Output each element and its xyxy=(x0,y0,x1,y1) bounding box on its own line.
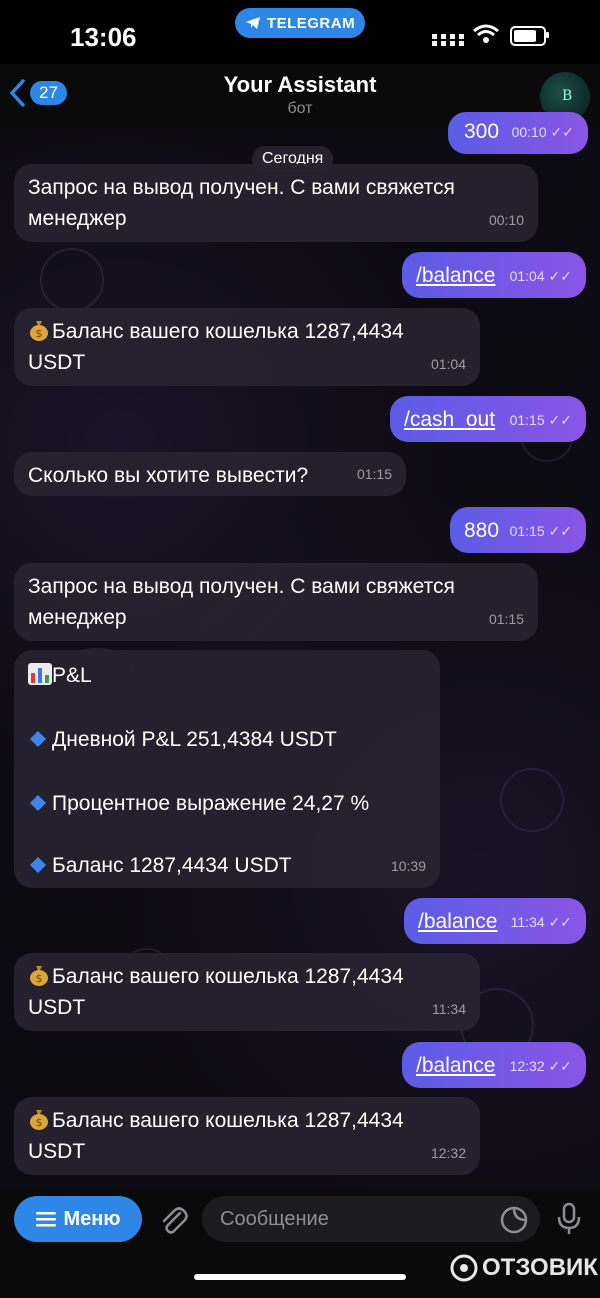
message-text-line: USDT xyxy=(28,1140,86,1163)
message-incoming[interactable]: Сколько вы хотите вывести? 01:15 xyxy=(14,452,406,496)
watermark: ОТЗОВИК xyxy=(450,1254,598,1282)
message-text-line: менеджер xyxy=(28,606,127,629)
message-time: 01:15 xyxy=(488,611,524,627)
message-time: 01:04 ✓✓ xyxy=(509,268,572,284)
watermark-text: ОТЗОВИК xyxy=(482,1254,598,1281)
message-text-line: USDT xyxy=(28,351,86,374)
message-incoming[interactable]: $ Баланс вашего кошелька 1287,4434 USDT 1… xyxy=(14,953,480,1031)
message-text-line: $ Баланс вашего кошелька 1287,4434 xyxy=(28,961,466,992)
message-incoming[interactable]: Запрос на вывод получен. С вами свяжется… xyxy=(14,164,538,242)
message-time: 01:15 ✓✓ xyxy=(509,412,572,428)
battery-icon xyxy=(510,26,549,46)
attach-icon[interactable] xyxy=(158,1204,188,1236)
input-bar: Меню Сообщение ОТЗОВИК xyxy=(0,1190,600,1298)
blue-diamond-icon xyxy=(28,727,50,749)
message-input[interactable]: Сообщение xyxy=(202,1196,540,1242)
blue-diamond-icon xyxy=(28,853,50,875)
message-text-line: Запрос на вывод получен. С вами свяжется xyxy=(28,575,455,598)
command-link[interactable]: /balance xyxy=(416,1054,495,1077)
message-time: 01:15 ✓✓ xyxy=(509,523,572,539)
money-bag-icon: $ xyxy=(28,964,50,986)
paper-plane-icon xyxy=(245,17,260,29)
pnl-line: Дневной P&L 251,4384 USDT xyxy=(28,724,426,755)
microphone-icon[interactable] xyxy=(556,1202,582,1236)
message-incoming[interactable]: $ Баланс вашего кошелька 1287,4434 USDT 0… xyxy=(14,308,480,386)
svg-text:$: $ xyxy=(36,1116,43,1129)
svg-text:$: $ xyxy=(36,327,43,340)
clock: 13:06 xyxy=(70,22,137,52)
message-time: 12:32 xyxy=(430,1145,466,1161)
message-time: 12:32 ✓✓ xyxy=(509,1058,572,1074)
message-outgoing[interactable]: 880 01:15 ✓✓ xyxy=(450,507,586,553)
pnl-heading: P&L xyxy=(28,660,426,691)
chat-title[interactable]: Your Assistant xyxy=(0,72,600,98)
message-text: 880 xyxy=(464,519,500,542)
message-incoming[interactable]: Запрос на вывод получен. С вами свяжется… xyxy=(14,563,538,641)
sticker-icon[interactable] xyxy=(500,1206,528,1234)
message-outgoing[interactable]: /cash_out 01:15 ✓✓ xyxy=(390,396,586,442)
menu-button[interactable]: Меню xyxy=(14,1196,142,1242)
menu-button-label: Меню xyxy=(63,1207,121,1230)
message-time: 10:39 xyxy=(390,858,426,874)
avatar-letter: B xyxy=(562,88,573,104)
message-time: 00:10 xyxy=(488,212,524,228)
money-bag-icon: $ xyxy=(28,1108,50,1130)
message-text-line: $ Баланс вашего кошелька 1287,4434 xyxy=(28,316,466,347)
bar-chart-icon xyxy=(28,663,52,685)
message-incoming-pnl[interactable]: P&L Дневной P&L 251,4384 USDT Процентное… xyxy=(14,650,440,888)
telegram-pill[interactable]: TELEGRAM xyxy=(235,8,365,38)
telegram-pill-label: TELEGRAM xyxy=(266,14,356,32)
wifi-icon xyxy=(473,24,499,43)
signal-icon xyxy=(432,34,464,46)
hamburger-icon xyxy=(35,1212,56,1227)
message-text-line: Запрос на вывод получен. С вами свяжется xyxy=(28,176,455,199)
message-time: 11:34 xyxy=(432,1001,466,1017)
message-incoming[interactable]: $ Баланс вашего кошелька 1287,4434 USDT 1… xyxy=(14,1097,480,1175)
command-link[interactable]: /cash_out xyxy=(404,408,495,431)
svg-text:$: $ xyxy=(36,972,43,985)
message-time: 11:34 ✓✓ xyxy=(510,914,572,930)
message-time: 00:10 ✓✓ xyxy=(511,124,574,140)
message-time: 01:04 xyxy=(430,356,466,372)
pnl-line: Баланс 1287,4434 USDT xyxy=(28,850,426,881)
message-text: Сколько вы хотите вывести? xyxy=(28,464,309,487)
message-outgoing[interactable]: /balance 01:04 ✓✓ xyxy=(402,252,586,298)
home-indicator[interactable] xyxy=(194,1274,406,1280)
message-time: 01:15 xyxy=(356,466,392,482)
wallpaper-doodle xyxy=(500,768,564,832)
command-link[interactable]: /balance xyxy=(416,264,495,287)
message-text-line: USDT xyxy=(28,996,86,1019)
otzovik-logo-icon xyxy=(450,1254,478,1282)
message-text-line: менеджер xyxy=(28,207,127,230)
wallpaper-doodle xyxy=(40,248,104,312)
message-outgoing[interactable]: 300 00:10 ✓✓ xyxy=(448,112,588,154)
message-outgoing[interactable]: /balance 12:32 ✓✓ xyxy=(402,1042,586,1088)
message-input-placeholder: Сообщение xyxy=(220,1208,329,1230)
blue-diamond-icon xyxy=(28,791,50,813)
message-text: 300 xyxy=(464,120,500,143)
pnl-line: Процентное выражение 24,27 % xyxy=(28,788,426,819)
message-text-line: $ Баланс вашего кошелька 1287,4434 xyxy=(28,1105,466,1136)
money-bag-icon: $ xyxy=(28,319,50,341)
command-link[interactable]: /balance xyxy=(418,910,497,933)
status-bar: 13:06 TELEGRAM xyxy=(0,0,600,70)
message-outgoing[interactable]: /balance 11:34 ✓✓ xyxy=(404,898,586,944)
